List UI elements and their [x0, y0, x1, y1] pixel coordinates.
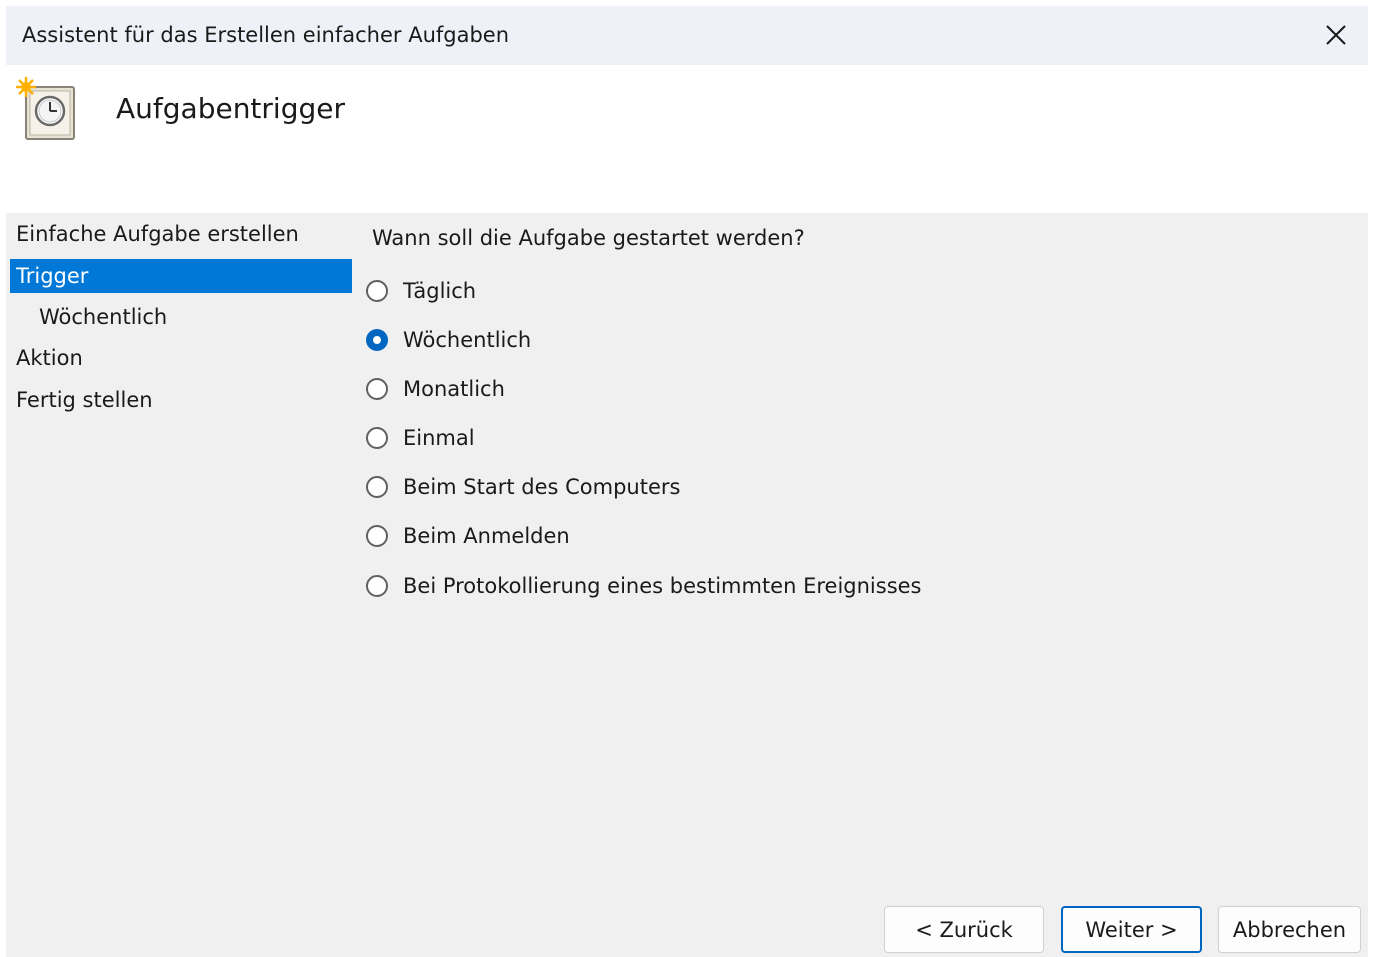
wizard-steps-sidebar: Einfache Aufgabe erstellen Trigger Wöche… — [6, 213, 356, 443]
radio-logon[interactable]: Beim Anmelden — [366, 518, 570, 554]
question-label: Wann soll die Aufgabe gestartet werden? — [372, 226, 805, 250]
radio-button-checked[interactable] — [366, 329, 388, 351]
radio-event-logged[interactable]: Bei Protokollierung eines bestimmten Ere… — [366, 568, 922, 604]
radio-label: Beim Start des Computers — [403, 475, 681, 499]
sidebar-item-label: Aktion — [16, 346, 83, 370]
sidebar-item-label: Fertig stellen — [16, 388, 153, 412]
task-scheduler-clock-icon — [16, 77, 75, 140]
radio-button[interactable] — [366, 280, 388, 302]
radio-label: Monatlich — [403, 377, 505, 401]
radio-button[interactable] — [366, 575, 388, 597]
next-button[interactable]: Weiter > — [1061, 906, 1202, 953]
close-button[interactable] — [1308, 10, 1364, 60]
radio-label: Wöchentlich — [403, 328, 532, 352]
wizard-window: Assistent für das Erstellen einfacher Au… — [6, 6, 1368, 957]
back-button[interactable]: < Zurück — [884, 906, 1044, 953]
radio-label: Beim Anmelden — [403, 524, 570, 548]
sidebar-item-trigger: Trigger — [10, 259, 352, 293]
trigger-options-panel: Wann soll die Aufgabe gestartet werden? … — [356, 213, 1368, 893]
sidebar-item-weekly: Wöchentlich — [10, 300, 352, 334]
sidebar-item-finish: Fertig stellen — [10, 383, 352, 417]
radio-daily[interactable]: Täglich — [366, 273, 476, 309]
radio-monthly[interactable]: Monatlich — [366, 371, 505, 407]
close-icon — [1326, 25, 1346, 45]
radio-label: Einmal — [403, 426, 475, 450]
radio-button[interactable] — [366, 378, 388, 400]
radio-label: Bei Protokollierung eines bestimmten Ere… — [403, 574, 922, 598]
title-bar: Assistent für das Erstellen einfacher Au… — [6, 6, 1368, 65]
cancel-button[interactable]: Abbrechen — [1218, 906, 1361, 953]
radio-button[interactable] — [366, 427, 388, 449]
radio-button[interactable] — [366, 476, 388, 498]
radio-button[interactable] — [366, 525, 388, 547]
window-title: Assistent für das Erstellen einfacher Au… — [22, 23, 510, 47]
sidebar-item-label: Einfache Aufgabe erstellen — [16, 222, 299, 246]
sidebar-item-action: Aktion — [10, 341, 352, 375]
wizard-header: Aufgabentrigger — [6, 65, 1368, 213]
sidebar-item-create-task: Einfache Aufgabe erstellen — [10, 217, 352, 251]
sidebar-item-label: Wöchentlich — [39, 305, 168, 329]
radio-weekly[interactable]: Wöchentlich — [366, 322, 531, 358]
radio-once[interactable]: Einmal — [366, 420, 475, 456]
radio-label: Täglich — [403, 279, 477, 303]
radio-computer-start[interactable]: Beim Start des Computers — [366, 469, 680, 505]
sidebar-item-label: Trigger — [16, 264, 89, 288]
page-title: Aufgabentrigger — [116, 92, 345, 125]
